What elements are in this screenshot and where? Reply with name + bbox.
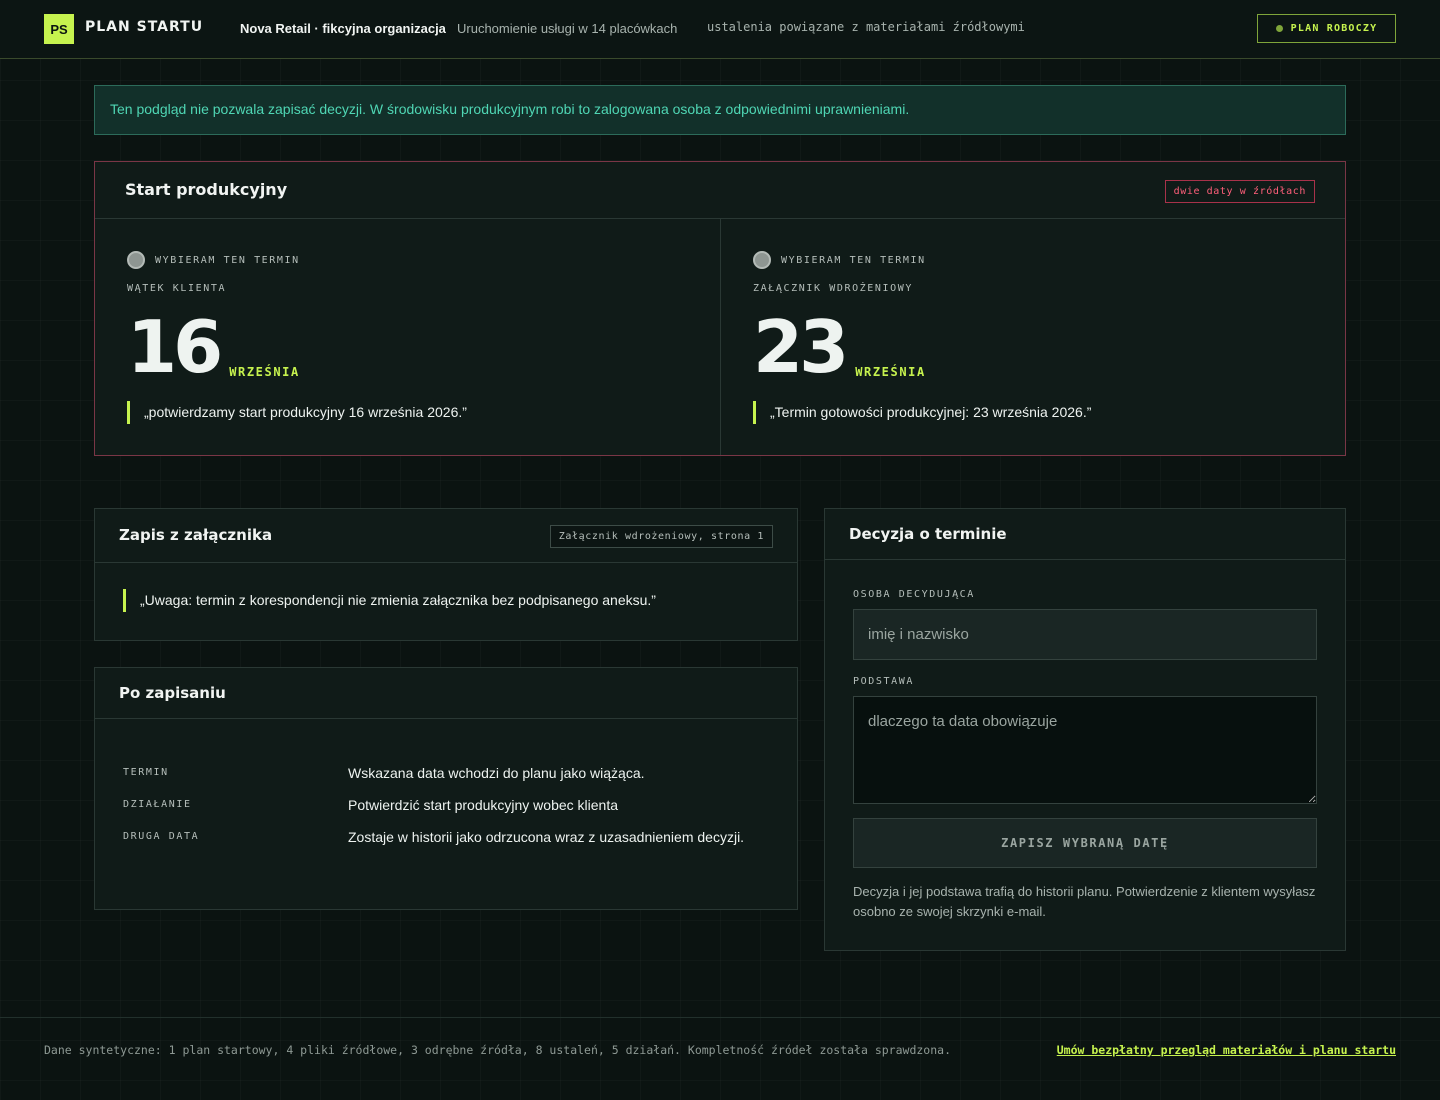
date-day: 16 [127,305,223,389]
choose-option-attachment[interactable]: WYBIERAM TEN TERMIN [753,251,926,269]
row-key: DZIAŁANIE [123,799,192,810]
date-month: WRZEŚNIA [855,365,926,379]
footer-summary: Dane syntetyczne: 1 plan startowy, 4 pli… [44,1043,951,1057]
date-options: WYBIERAM TEN TERMIN WĄTEK KLIENTA 16 WRZ… [95,219,1345,455]
book-review-link[interactable]: Umów bezpłatny przegląd materiałów i pla… [1057,1043,1396,1057]
header-tagline: ustalenia powiązane z materiałami źródło… [707,20,1025,34]
card-title: Decyzja o terminie [849,525,1007,543]
card-header: Decyzja o terminie [825,509,1345,560]
row-key: DRUGA DATA [123,831,200,842]
date-option-attachment[interactable]: WYBIERAM TEN TERMIN ZAŁĄCZNIK WDROŻENIOW… [720,219,1345,455]
option-radio[interactable] [127,251,145,269]
decision-form-card: Decyzja o terminie OSOBA DECYDUJĄCA PODS… [824,508,1346,951]
source-label: ZAŁĄCZNIK WDROŻENIOWY [753,283,914,294]
source-quote: „Termin gotowości produkcyjnej: 23 wrześ… [753,401,1091,424]
choose-label: WYBIERAM TEN TERMIN [781,254,926,266]
plan-status-badge: PLAN ROBOCZY [1257,14,1396,43]
card-header: Zapis z załącznika Załącznik wdrożeniowy… [95,509,797,563]
save-date-button[interactable]: ZAPISZ WYBRANĄ DATĘ [853,818,1317,868]
conflict-badge: dwie daty w źródłach [1164,180,1315,203]
source-label: WĄTEK KLIENTA [127,283,227,294]
decision-reason-textarea[interactable] [853,696,1317,804]
after-save-row: DRUGA DATA Zostaje w historii jako odrzu… [123,827,773,848]
after-save-row: TERMIN Wskazana data wchodzi do planu ja… [123,763,773,784]
attachment-quote: „Uwaga: termin z korespondencji nie zmie… [123,589,656,612]
after-save-card: Po zapisaniu TERMIN Wskazana data wchodz… [94,667,798,910]
row-value: Zostaje w historii jako odrzucona wraz z… [348,829,745,845]
date-conflict-panel: Start produkcyjny dwie daty w źródłach W… [94,161,1346,456]
option-radio[interactable] [753,251,771,269]
decision-note: Decyzja i jej podstawa trafią do histori… [853,884,1316,919]
conflict-header: Start produkcyjny dwie daty w źródłach [95,162,1345,219]
project-subtitle: Uruchomienie usługi w 14 placówkach [457,21,678,36]
after-save-row: DZIAŁANIE Potwierdzić start produkcyjny … [123,795,773,816]
row-value: Potwierdzić start produkcyjny wobec klie… [348,797,619,813]
app-logo: PS [44,14,74,44]
organization-name: Nova Retail · fikcyjna organizacja [240,21,446,36]
option-date: 16 WRZEŚNIA [127,311,300,383]
person-field-label: OSOBA DECYDUJĄCA [853,589,975,600]
choose-label: WYBIERAM TEN TERMIN [155,254,300,266]
attachment-excerpt-card: Zapis z załącznika Załącznik wdrożeniowy… [94,508,798,641]
status-dot-icon [1275,25,1283,32]
row-key: TERMIN [123,767,169,778]
brand-name: PLAN STARTU [85,19,204,35]
card-header: Po zapisaniu [95,668,797,719]
reason-field-label: PODSTAWA [853,676,914,687]
card-title: Zapis z załącznika [119,526,273,544]
page-footer: Dane syntetyczne: 1 plan startowy, 4 pli… [0,1017,1440,1100]
row-value: Wskazana data wchodzi do planu jako wiąż… [348,765,645,781]
conflict-title: Start produkcyjny [125,180,288,199]
date-option-client-thread[interactable]: WYBIERAM TEN TERMIN WĄTEK KLIENTA 16 WRZ… [95,219,720,455]
choose-option-client-thread[interactable]: WYBIERAM TEN TERMIN [127,251,300,269]
date-month: WRZEŚNIA [229,365,300,379]
option-date: 23 WRZEŚNIA [753,311,926,383]
attachment-source-badge: Załącznik wdrożeniowy, strona 1 [549,525,773,548]
preview-notice: Ten podgląd nie pozwala zapisać decyzji.… [94,85,1346,135]
source-quote: „potwierdzamy start produkcyjny 16 wrześ… [127,401,467,424]
date-day: 23 [753,305,849,389]
card-title: Po zapisaniu [119,684,226,702]
top-bar: PS PLAN STARTU Nova Retail · fikcyjna or… [0,0,1440,59]
plan-status-label: PLAN ROBOCZY [1290,23,1378,34]
decision-maker-input[interactable] [853,609,1317,660]
